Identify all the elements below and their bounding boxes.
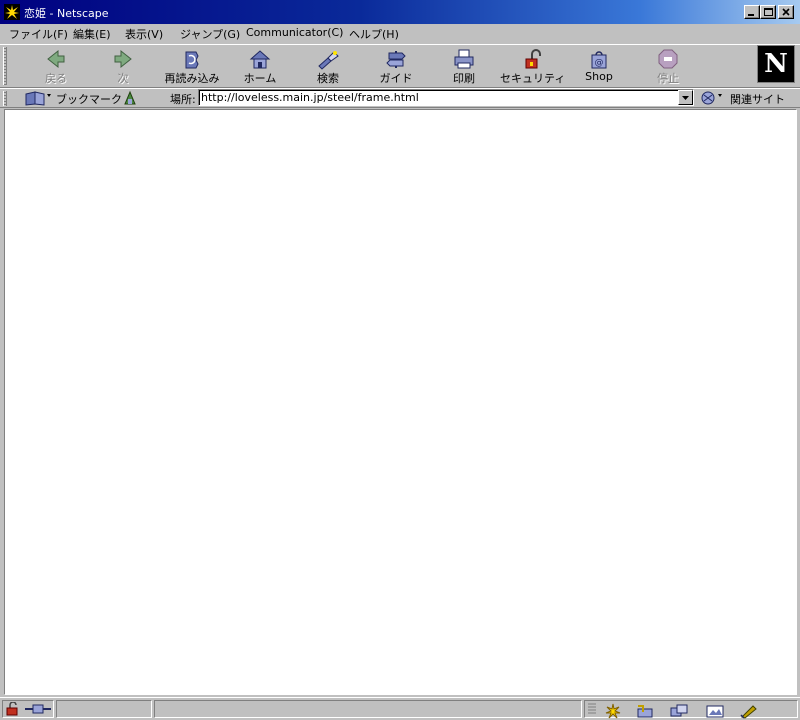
- forward-arrow-icon: [114, 49, 132, 69]
- print-button[interactable]: 印刷: [434, 45, 494, 85]
- forward-label: 次: [117, 72, 129, 85]
- bookmarks-label: ブックマーク: [56, 93, 122, 106]
- composer-icon[interactable]: [705, 703, 725, 719]
- printer-icon: [454, 49, 474, 69]
- minimize-icon: [748, 14, 754, 16]
- menu-file[interactable]: ファイル(F): [4, 25, 73, 43]
- url-dropdown-button[interactable]: [678, 90, 693, 105]
- back-label: 戻る: [45, 72, 67, 85]
- shop-label: Shop: [585, 70, 613, 83]
- reload-label: 再読み込み: [164, 72, 220, 85]
- netscape-logo-letter: N: [764, 49, 788, 79]
- toolbar-grip[interactable]: [3, 47, 7, 85]
- component-bar: [584, 700, 798, 719]
- menu-bar: ファイル(F) 編集(E) 表示(V) ジャンプ(G) Communicator…: [0, 24, 800, 42]
- reload-button[interactable]: 再読み込み: [160, 45, 224, 85]
- status-icons-panel: [2, 700, 54, 718]
- related-sites-icon: [701, 91, 722, 105]
- bookmarks-book-icon: [25, 91, 51, 106]
- maximize-icon: [764, 8, 773, 16]
- page-content-area[interactable]: [4, 109, 797, 695]
- mailbox-icon[interactable]: [635, 703, 655, 719]
- guide-label: ガイド: [379, 72, 413, 85]
- status-bar: [0, 697, 800, 720]
- title-bar[interactable]: 恋姫 - Netscape: [0, 0, 800, 24]
- connection-plug-icon: [25, 704, 51, 714]
- menu-help[interactable]: ヘルプ(H): [344, 25, 404, 43]
- location-label: 場所:: [170, 93, 196, 106]
- related-sites-label: 関連サイト: [730, 93, 785, 106]
- location-toolbar-grip[interactable]: [3, 91, 7, 106]
- forward-button[interactable]: 次: [93, 45, 153, 85]
- edit-pencil-icon[interactable]: [739, 703, 759, 719]
- menu-edit[interactable]: 編集(E): [68, 25, 116, 43]
- guide-button[interactable]: ガイド: [366, 45, 426, 85]
- stop-button[interactable]: 停止: [638, 45, 698, 85]
- close-icon: [782, 8, 790, 16]
- component-bar-grip-icon[interactable]: [587, 703, 597, 715]
- shop-bag-icon: @: [591, 51, 607, 69]
- menu-go[interactable]: ジャンプ(G): [175, 25, 245, 43]
- security-status-padlock-icon[interactable]: [5, 702, 21, 716]
- stop-label: 停止: [657, 72, 679, 85]
- discussion-groups-icon[interactable]: [669, 703, 689, 719]
- navigator-icon[interactable]: [603, 703, 623, 719]
- menu-view[interactable]: 表示(V): [120, 25, 168, 43]
- search-button[interactable]: 検索: [298, 45, 358, 85]
- window-title: 恋姫 - Netscape: [24, 7, 109, 20]
- home-button[interactable]: ホーム: [230, 45, 290, 85]
- back-button[interactable]: 戻る: [26, 45, 86, 85]
- netscape-logo[interactable]: N: [757, 45, 795, 83]
- security-button[interactable]: セキュリティ: [500, 45, 566, 85]
- security-padlock-icon: [525, 49, 541, 69]
- close-button[interactable]: [778, 5, 794, 19]
- netscape-app-icon[interactable]: [4, 4, 20, 20]
- progress-panel: [56, 700, 152, 718]
- stop-icon: [658, 49, 678, 69]
- search-flashlight-icon: [318, 51, 339, 70]
- status-message-panel: [154, 700, 582, 718]
- chevron-down-icon: [682, 96, 689, 100]
- guide-signpost-icon: [386, 51, 406, 68]
- menu-communicator[interactable]: Communicator(C): [241, 25, 348, 40]
- minimize-button[interactable]: [744, 5, 760, 19]
- url-input[interactable]: [198, 89, 694, 106]
- maximize-button[interactable]: [760, 5, 776, 19]
- search-label: 検索: [317, 72, 339, 85]
- back-arrow-icon: [47, 49, 65, 69]
- svg-text:@: @: [595, 58, 604, 68]
- security-label: セキュリティ: [500, 72, 566, 85]
- shop-button[interactable]: @ Shop: [570, 45, 628, 85]
- print-label: 印刷: [453, 72, 475, 85]
- home-label: ホーム: [243, 72, 277, 85]
- home-icon: [249, 50, 271, 69]
- page-proxy-icon[interactable]: [122, 90, 138, 106]
- reload-icon: [185, 51, 199, 69]
